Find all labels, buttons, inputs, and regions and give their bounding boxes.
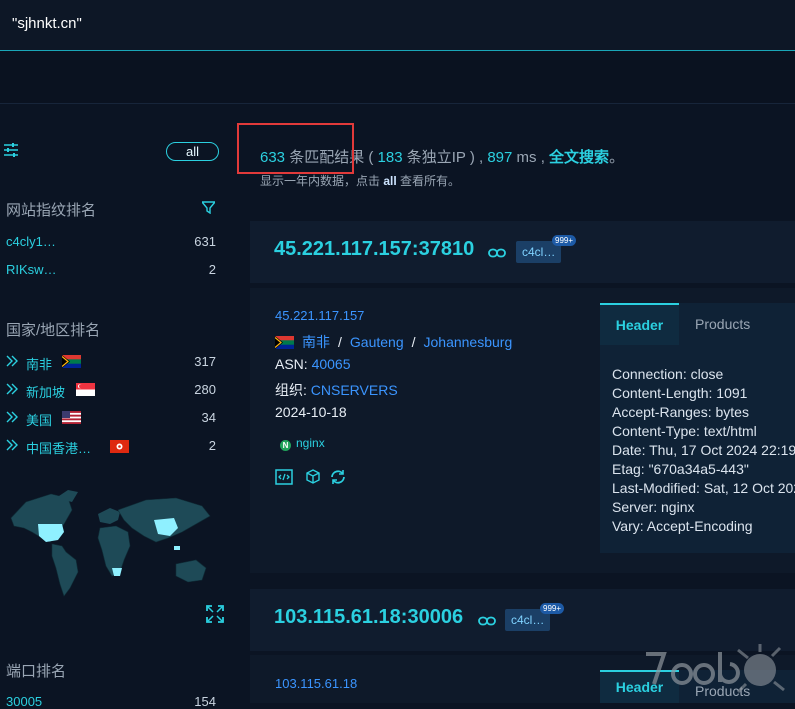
za-flag-icon [274, 336, 294, 349]
search-bar[interactable]: "sjhnkt.cn" [0, 0, 795, 51]
org-label: 组织: [275, 382, 307, 398]
port-rank-title: 端口排名 [6, 663, 67, 680]
location-line: 南非 / Gauteng / Johannesburg [274, 332, 513, 352]
asn-link[interactable]: 40065 [312, 356, 351, 372]
port-name[interactable]: 30005 [6, 694, 42, 709]
asn-label: ASN: [275, 356, 308, 372]
fingerprint-name[interactable]: RIKsw… [6, 262, 57, 277]
port-count: 154 [194, 694, 216, 709]
country-rank-title: 国家/地区排名 [6, 322, 101, 339]
tag-count-badge: 999+ [540, 603, 565, 614]
header-line: Content-Length: 1091 [612, 385, 748, 401]
header-line: Server: nginx [612, 499, 695, 515]
hint-all-link[interactable]: all [383, 174, 396, 188]
country-count: 34 [201, 410, 216, 425]
sidebar [0, 104, 228, 703]
city-link[interactable]: Johannesburg [424, 334, 513, 350]
summary-text: 。 [609, 149, 625, 166]
query-time: 897 [487, 149, 513, 166]
hint-text: 显示一年内数据，点击 [260, 174, 381, 188]
country-link[interactable]: 南非 [302, 334, 330, 350]
result-card-body: 45.221.117.157 南非 / Gauteng / Johannesburg A… [250, 288, 795, 573]
hint-text: 查看所有。 [400, 174, 461, 188]
double-chevron-icon [6, 411, 18, 423]
header-line: Connection: close [612, 366, 724, 382]
country-name[interactable]: 中国香港… [26, 438, 91, 457]
refresh-icon[interactable] [329, 468, 347, 486]
country-count: 317 [194, 354, 216, 369]
country-name[interactable]: 新加坡 [26, 382, 65, 401]
result-host-link[interactable]: 45.221.117.157:37810 [274, 238, 474, 261]
za-flag-icon [62, 355, 81, 368]
fingerprint-count: 2 [208, 262, 216, 277]
ip-link[interactable]: 45.221.117.157 [275, 308, 364, 323]
tab-header[interactable]: Header [600, 303, 679, 345]
header-line: Date: Thu, 17 Oct 2024 22:19 [612, 442, 795, 458]
toolbar-band [0, 51, 795, 104]
tab-products[interactable]: Products [695, 316, 750, 332]
product-pill[interactable]: Nnginx [280, 436, 325, 451]
country-name[interactable]: 南非 [26, 354, 52, 373]
region-link[interactable]: Gauteng [350, 334, 404, 350]
all-toggle-button[interactable]: all [166, 142, 219, 161]
header-line: Vary: Accept-Encoding [612, 518, 753, 534]
tag-count-badge: 999+ [552, 235, 577, 246]
fingerprint-count: 631 [194, 234, 216, 249]
expand-icon[interactable] [205, 604, 225, 624]
double-chevron-icon [6, 439, 18, 451]
summary-text: 条独立IP ) , [406, 149, 484, 166]
hk-flag-icon [110, 440, 129, 453]
result-card-header: 45.221.117.157:37810 c4cl… 999+ [250, 221, 795, 283]
country-item[interactable]: 南非 317 [6, 354, 216, 372]
ip-link[interactable]: 103.115.61.18 [275, 676, 357, 691]
world-map [10, 490, 211, 597]
time-range-hint: 显示一年内数据，点击 all 查看所有。 [260, 172, 460, 189]
header-line: Content-Type: text/html [612, 423, 757, 439]
highlight-box [237, 123, 354, 174]
code-icon[interactable] [275, 468, 293, 486]
country-item[interactable]: 中国香港… 2 [6, 438, 216, 456]
nginx-icon: N [280, 440, 291, 451]
search-query[interactable]: "sjhnkt.cn" [12, 15, 82, 32]
fingerprint-rank-title: 网站指纹排名 [6, 202, 97, 219]
org-line: 组织: CNSERVERS [275, 380, 398, 400]
country-name[interactable]: 美国 [26, 410, 52, 429]
sliders-icon[interactable] [4, 143, 18, 157]
ip-count: 183 [377, 149, 403, 166]
cube-icon[interactable] [304, 468, 322, 486]
us-flag-icon [62, 411, 81, 424]
country-count: 2 [208, 438, 216, 453]
result-host-link[interactable]: 103.115.61.18:30006 [274, 606, 463, 629]
chain-link-icon[interactable] [478, 616, 496, 626]
fulltext-search-link[interactable]: 全文搜索 [549, 149, 609, 166]
chain-link-icon[interactable] [488, 248, 506, 258]
country-item[interactable]: 新加坡 280 [6, 382, 216, 400]
country-item[interactable]: 美国 34 [6, 410, 216, 428]
date: 2024-10-18 [275, 404, 347, 420]
double-chevron-icon [6, 383, 18, 395]
product-name[interactable]: nginx [296, 436, 325, 450]
country-count: 280 [194, 382, 216, 397]
header-line: Etag: "670a34a5-443" [612, 461, 749, 477]
summary-text: ms , [516, 149, 545, 166]
header-line: Last-Modified: Sat, 12 Oct 202 [612, 480, 795, 496]
watermark-logo [646, 644, 785, 694]
funnel-icon[interactable] [202, 201, 215, 214]
double-chevron-icon [6, 355, 18, 367]
header-line: Accept-Ranges: bytes [612, 404, 749, 420]
asn-line: ASN: 40065 [275, 356, 351, 372]
fingerprint-name[interactable]: c4cly1… [6, 234, 56, 249]
org-link[interactable]: CNSERVERS [311, 382, 398, 398]
header-panel: Header Products Connection: close Conten… [600, 303, 795, 553]
sg-flag-icon [76, 383, 95, 396]
